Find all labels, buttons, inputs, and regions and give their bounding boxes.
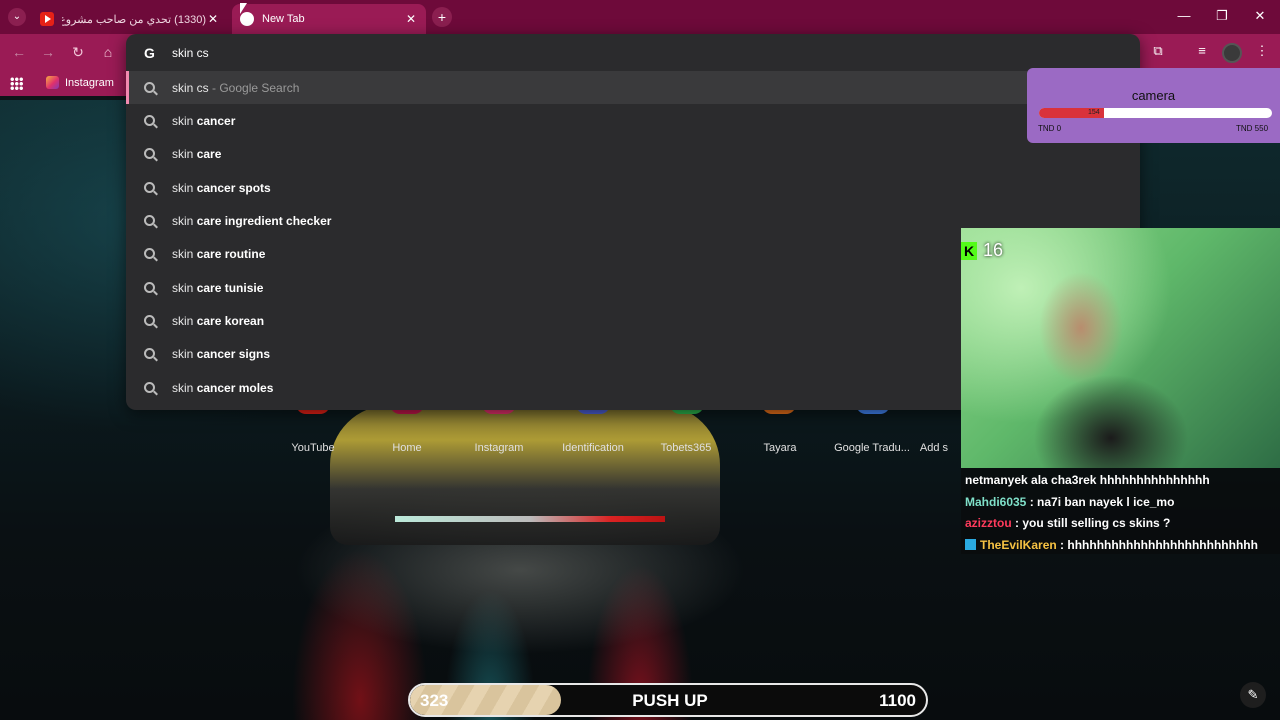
address-bar[interactable]: G skin cs <box>126 34 1140 72</box>
home-icon[interactable]: ⌂ <box>99 44 117 60</box>
wallpaper-car <box>330 405 720 545</box>
pushup-goal-bar: PUSH UP 323 1100 <box>408 683 928 717</box>
search-icon <box>144 382 155 393</box>
viewer-count-badge: K 16 <box>961 240 1003 261</box>
search-icon <box>144 182 155 193</box>
new-tab-icon <box>240 12 254 26</box>
search-icon <box>144 115 155 126</box>
tab-youtube[interactable]: (1330) تحدي من صاحب مشروع إ... ✕ <box>32 4 228 34</box>
window-close-icon[interactable]: ✕ <box>1248 8 1272 24</box>
reload-icon[interactable]: ↻ <box>69 44 87 61</box>
shortcut-label[interactable]: Instagram <box>454 442 544 454</box>
mouse-cursor-icon <box>240 3 247 14</box>
shortcut-label[interactable]: Tayara <box>735 442 825 454</box>
chat-message: TheEvilKaren : hhhhhhhhhhhhhhhhhhhhhhhhh… <box>965 538 1258 552</box>
suggestion-item[interactable]: skin cancer <box>126 104 1140 137</box>
camera-goal-current: 154 <box>1088 109 1100 116</box>
shortcut-label[interactable]: Add s <box>904 442 964 454</box>
suggestion-item[interactable]: skin care <box>126 137 1140 170</box>
search-icon <box>144 282 155 293</box>
tab-close-icon[interactable]: ✕ <box>206 12 220 26</box>
search-icon <box>144 315 155 326</box>
address-input[interactable]: skin cs <box>172 46 209 60</box>
chat-username: azizztou <box>965 516 1012 530</box>
tab-search-chevron-icon[interactable]: ⌄ <box>8 8 26 26</box>
camera-goal-min: TND 0 <box>1038 124 1062 133</box>
profile-avatar[interactable] <box>1222 43 1242 63</box>
google-g-icon: G <box>144 45 155 61</box>
search-icon <box>144 348 155 359</box>
pushup-goal-label: PUSH UP <box>632 691 708 710</box>
kick-logo-icon: K <box>961 241 977 260</box>
search-icon <box>144 215 155 226</box>
media-queue-icon[interactable]: ≡ <box>1192 43 1212 63</box>
viewer-count: 16 <box>983 240 1004 260</box>
shortcut-label[interactable]: Tobets365 <box>641 442 731 454</box>
tab-new-tab[interactable]: New Tab ✕ <box>232 4 426 34</box>
search-icon <box>144 82 155 93</box>
shortcut-label[interactable]: Identification <box>548 442 638 454</box>
instagram-icon <box>46 76 59 89</box>
shortcut-label[interactable]: Home <box>362 442 452 454</box>
chat-message: netmanyek ala cha3rek hhhhhhhhhhhhhhh <box>965 473 1210 487</box>
minimize-icon[interactable]: — <box>1172 8 1196 23</box>
bookmark-label: Instagram <box>65 76 114 89</box>
extensions-puzzle-icon[interactable]: ⧉ <box>1148 43 1168 63</box>
search-icon <box>144 248 155 259</box>
new-tab-plus-icon[interactable]: + <box>432 7 452 27</box>
tab-title: New Tab <box>262 13 305 25</box>
webcam-feed <box>961 228 1280 468</box>
restore-icon[interactable]: ❐ <box>1210 8 1234 24</box>
youtube-icon <box>40 12 54 26</box>
wallpaper-car-lights <box>395 516 665 522</box>
search-icon <box>144 148 155 159</box>
chat-username: TheEvilKaren <box>980 538 1057 552</box>
camera-goal-max: TND 550 <box>1236 124 1269 133</box>
chat-overlay: netmanyek ala cha3rek hhhhhhhhhhhhhhh Ma… <box>961 468 1280 554</box>
tab-close-icon[interactable]: ✕ <box>404 12 418 26</box>
back-arrow-icon[interactable]: ← <box>10 44 28 60</box>
pushup-goal-current: 323 <box>420 691 449 710</box>
camera-goal-bar <box>1039 108 1272 118</box>
suggestion-item[interactable]: skin cs - Google Search <box>126 71 1140 104</box>
suggestion-item[interactable]: skin cancer spots <box>126 171 1140 204</box>
apps-grid-icon[interactable] <box>10 77 23 90</box>
camera-goal-title: camera <box>1131 88 1176 103</box>
more-menu-icon[interactable]: ⋮ <box>1252 43 1272 63</box>
shortcut-label[interactable]: YouTube <box>268 442 358 454</box>
tab-title: (1330) تحدي من صاحب مشروع إ... <box>62 13 206 26</box>
chat-badge-icon <box>965 539 976 550</box>
pushup-goal-target: 1100 <box>879 691 916 710</box>
chat-message: azizztou : you still selling cs skins ? <box>965 516 1171 530</box>
bookmark-instagram[interactable]: Instagram <box>46 76 114 89</box>
edit-pencil-icon[interactable]: ✎ <box>1240 682 1266 708</box>
forward-arrow-icon[interactable]: → <box>39 44 57 60</box>
chat-username: Mahdi6035 <box>965 495 1027 509</box>
chat-message: Mahdi6035 : na7i ban nayek l ice_mo <box>965 495 1175 509</box>
